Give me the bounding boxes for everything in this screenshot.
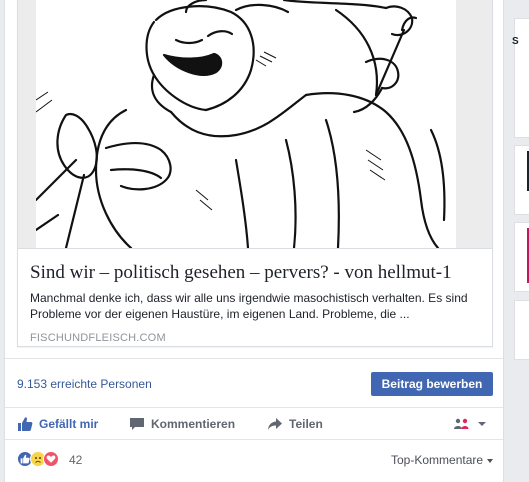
share-arrow-icon — [268, 418, 282, 430]
right-sidebar-card — [514, 300, 529, 360]
friends-icon — [454, 418, 469, 429]
reach-count-link[interactable]: 9.153 erreichte Personen — [17, 377, 152, 391]
boost-post-button[interactable]: Beitrag bewerben — [371, 372, 493, 396]
reactions-summary: 42 Top-Kommentare — [5, 448, 503, 476]
comment-label: Kommentieren — [151, 417, 236, 431]
right-sidebar-heading: S — [512, 36, 519, 47]
comment-button[interactable]: Kommentieren — [129, 416, 235, 432]
audience-selector[interactable] — [453, 418, 487, 430]
insights-bar: 9.153 erreichte Personen Beitrag bewerbe… — [5, 358, 503, 408]
like-label: Gefällt mir — [39, 417, 99, 431]
post-actions: Gefällt mir Kommentieren Teilen — [5, 408, 503, 440]
comment-icon — [130, 418, 144, 430]
chevron-down-icon — [478, 422, 486, 426]
link-title[interactable]: Sind wir – politisch gesehen – pervers? … — [30, 261, 480, 285]
right-sidebar-card — [514, 222, 529, 292]
love-reaction-icon — [43, 451, 59, 467]
cartoon-drawing — [34, 0, 446, 248]
share-label: Teilen — [289, 417, 323, 431]
like-button[interactable]: Gefällt mir — [17, 416, 98, 432]
right-sidebar-card — [514, 145, 529, 215]
caret-down-icon — [487, 459, 494, 463]
link-preview-image[interactable] — [18, 0, 492, 248]
comment-sort-dropdown[interactable]: Top-Kommentare — [391, 453, 494, 467]
link-domain: FISCHUNDFLEISCH.COM — [30, 332, 166, 344]
link-preview-text: Sind wir – politisch gesehen – pervers? … — [18, 248, 492, 347]
cartoon-illustration — [34, 0, 456, 248]
facebook-feed: Sind wir – politisch gesehen – pervers? … — [0, 0, 529, 482]
reaction-icons[interactable] — [17, 451, 59, 467]
share-button[interactable]: Teilen — [267, 416, 323, 432]
right-sidebar — [514, 0, 529, 482]
link-preview[interactable]: Sind wir – politisch gesehen – pervers? … — [17, 0, 493, 347]
reaction-count[interactable]: 42 — [69, 453, 82, 467]
link-description: Manchmal denke ich, dass wir alle uns ir… — [30, 291, 468, 321]
post-card: Sind wir – politisch gesehen – pervers? … — [4, 0, 504, 482]
thumbs-up-icon — [18, 417, 33, 431]
comment-sort-label: Top-Kommentare — [391, 453, 484, 467]
